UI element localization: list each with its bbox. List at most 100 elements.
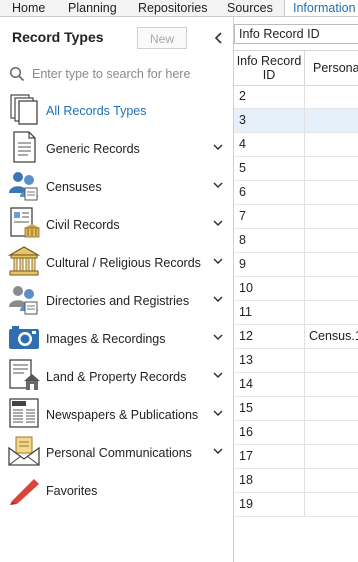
table-row[interactable]: 2	[234, 85, 358, 109]
tab-home[interactable]: Home	[12, 0, 45, 16]
record-type-newspapers[interactable]: Newspapers & Publications	[0, 397, 233, 433]
record-type-label: Civil Records	[46, 218, 120, 232]
table-row[interactable]: 19	[234, 493, 358, 517]
cell-info-record-id[interactable]: 14	[234, 373, 305, 396]
cell-info-record-id[interactable]: 10	[234, 277, 305, 300]
search-input[interactable]	[32, 64, 222, 84]
table-row[interactable]: 4	[234, 133, 358, 157]
cell-personal[interactable]	[305, 349, 358, 372]
record-type-censuses[interactable]: Censuses	[0, 169, 233, 205]
record-type-label: Cultural / Religious Records	[46, 256, 201, 270]
cell-personal[interactable]	[305, 109, 358, 132]
cell-personal[interactable]	[305, 229, 358, 252]
cell-info-record-id[interactable]: 4	[234, 133, 305, 156]
cell-info-record-id[interactable]: 7	[234, 205, 305, 228]
record-type-generic[interactable]: Generic Records	[0, 131, 233, 167]
table-row[interactable]: 11	[234, 301, 358, 325]
cell-personal[interactable]	[305, 85, 358, 108]
record-types-panel: Record Types New All Records Types Gener…	[0, 17, 234, 562]
record-type-label: Land & Property Records	[46, 370, 187, 384]
chevron-down-icon[interactable]	[213, 371, 223, 379]
cell-personal[interactable]	[305, 133, 358, 156]
record-type-label: All Records Types	[46, 104, 147, 118]
table-row[interactable]: 16	[234, 421, 358, 445]
chevron-down-icon[interactable]	[213, 181, 223, 189]
cell-info-record-id[interactable]: 18	[234, 469, 305, 492]
record-type-cultural-religious[interactable]: Cultural / Religious Records	[0, 245, 233, 281]
chevron-down-icon[interactable]	[213, 333, 223, 341]
column-header-personal[interactable]: Personal	[305, 51, 358, 85]
record-type-directories[interactable]: Directories and Registries	[0, 283, 233, 319]
new-button[interactable]: New	[137, 27, 187, 49]
record-type-personal-communications[interactable]: Personal Communications	[0, 435, 233, 471]
cell-personal[interactable]	[305, 205, 358, 228]
column-header-info-record-id[interactable]: Info Record ID	[234, 51, 305, 85]
cell-info-record-id[interactable]: 5	[234, 157, 305, 180]
envelope-icon	[8, 436, 40, 466]
tab-repositories[interactable]: Repositories	[138, 0, 207, 16]
cell-info-record-id[interactable]: 9	[234, 253, 305, 276]
civil-records-icon	[10, 207, 40, 238]
table-row[interactable]: 10	[234, 277, 358, 301]
tab-information[interactable]: Information	[284, 0, 358, 16]
table-row[interactable]: 18	[234, 469, 358, 493]
tab-sources[interactable]: Sources	[227, 0, 273, 16]
record-type-label: Generic Records	[46, 142, 140, 156]
cell-personal[interactable]	[305, 445, 358, 468]
cell-info-record-id[interactable]: 8	[234, 229, 305, 252]
table-row[interactable]: 5	[234, 157, 358, 181]
record-type-favorites[interactable]: Favorites	[0, 473, 233, 509]
table-row[interactable]: 3	[234, 109, 358, 133]
table-row[interactable]: 9	[234, 253, 358, 277]
cell-info-record-id[interactable]: 13	[234, 349, 305, 372]
cell-info-record-id[interactable]: 6	[234, 181, 305, 204]
land-property-icon	[9, 359, 40, 390]
table-row[interactable]: 6	[234, 181, 358, 205]
cell-personal[interactable]	[305, 493, 358, 516]
cell-info-record-id[interactable]: 17	[234, 445, 305, 468]
cell-personal[interactable]	[305, 181, 358, 204]
chevron-down-icon[interactable]	[213, 219, 223, 227]
collapse-panel-icon[interactable]	[212, 29, 226, 47]
record-type-images-recordings[interactable]: Images & Recordings	[0, 321, 233, 357]
record-type-all[interactable]: All Records Types	[0, 93, 233, 129]
cell-info-record-id[interactable]: 19	[234, 493, 305, 516]
building-icon	[8, 246, 40, 276]
info-records-grid: Info Record ID Info Record ID Personal 2…	[234, 17, 358, 562]
record-type-label: Favorites	[46, 484, 98, 498]
grid-header: Info Record ID Personal	[234, 50, 358, 86]
chevron-down-icon[interactable]	[213, 409, 223, 417]
cell-personal[interactable]	[305, 277, 358, 300]
cell-personal[interactable]	[305, 421, 358, 444]
cell-info-record-id[interactable]: 15	[234, 397, 305, 420]
cell-info-record-id[interactable]: 16	[234, 421, 305, 444]
cell-info-record-id[interactable]: 2	[234, 85, 305, 108]
cell-personal[interactable]	[305, 397, 358, 420]
table-row[interactable]: 7	[234, 205, 358, 229]
group-by-field[interactable]: Info Record ID	[234, 24, 358, 44]
cell-info-record-id[interactable]: 11	[234, 301, 305, 324]
tab-planning[interactable]: Planning	[68, 0, 117, 16]
table-row[interactable]: 13	[234, 349, 358, 373]
cell-info-record-id[interactable]: 12	[234, 325, 305, 348]
chevron-down-icon[interactable]	[213, 143, 223, 151]
chevron-down-icon[interactable]	[213, 257, 223, 265]
record-type-land-property[interactable]: Land & Property Records	[0, 359, 233, 395]
table-row[interactable]: 12Census.19	[234, 325, 358, 349]
cell-personal[interactable]	[305, 157, 358, 180]
cell-personal[interactable]	[305, 469, 358, 492]
cell-personal[interactable]	[305, 373, 358, 396]
record-type-civil[interactable]: Civil Records	[0, 207, 233, 243]
record-type-label: Newspapers & Publications	[46, 408, 199, 422]
chevron-down-icon[interactable]	[213, 447, 223, 455]
cell-info-record-id[interactable]: 3	[234, 109, 305, 132]
search-icon	[9, 66, 25, 82]
table-row[interactable]: 17	[234, 445, 358, 469]
chevron-down-icon[interactable]	[213, 295, 223, 303]
table-row[interactable]: 15	[234, 397, 358, 421]
table-row[interactable]: 14	[234, 373, 358, 397]
cell-personal[interactable]	[305, 301, 358, 324]
cell-personal[interactable]	[305, 253, 358, 276]
table-row[interactable]: 8	[234, 229, 358, 253]
cell-personal[interactable]: Census.19	[305, 325, 358, 348]
